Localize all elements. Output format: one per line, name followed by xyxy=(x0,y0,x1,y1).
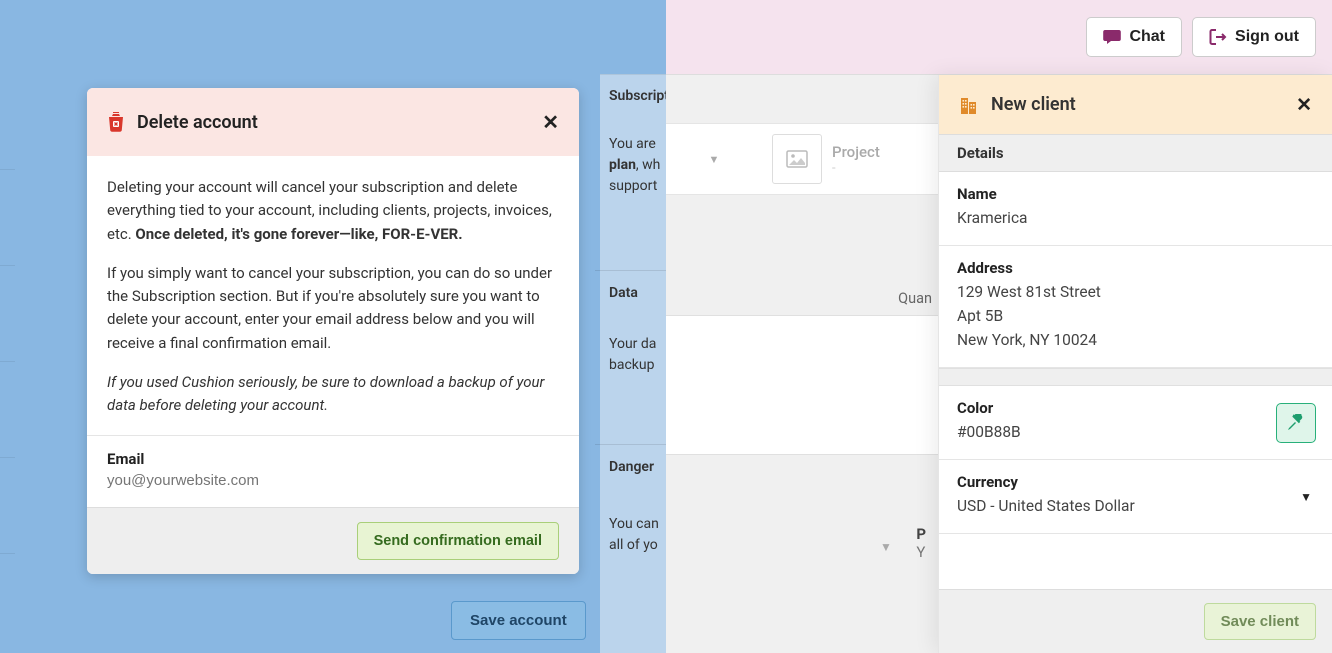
text: Apt 5B xyxy=(957,307,1003,325)
project-label: Project xyxy=(832,143,880,161)
text: , wh xyxy=(636,157,660,173)
currency-field[interactable]: Currency USD - United States Dollar ▼ xyxy=(939,460,1332,534)
left-row-stripes xyxy=(0,74,15,653)
chevron-down-icon[interactable]: ▼ xyxy=(666,124,762,194)
text: You can xyxy=(609,516,659,532)
chat-icon xyxy=(1103,29,1121,45)
section-data-header: Data xyxy=(595,270,675,315)
save-account-button[interactable]: Save account xyxy=(451,601,586,640)
modal-title: Delete account xyxy=(137,112,258,133)
app-header: Chat Sign out xyxy=(666,0,1332,74)
color-label: Color xyxy=(957,399,1314,417)
address-value: 129 West 81st Street Apt 5B New York, NY… xyxy=(957,280,1314,352)
details-header: Details xyxy=(939,134,1332,172)
modal-header: Delete account ✕ xyxy=(87,88,579,156)
modal-paragraph: If you used Cushion seriously, be sure t… xyxy=(107,371,559,418)
sign-out-button[interactable]: Sign out xyxy=(1192,17,1316,57)
address-field[interactable]: Address 129 West 81st Street Apt 5B New … xyxy=(939,246,1332,368)
project-card[interactable]: ▼ Project - xyxy=(666,123,938,195)
sign-out-icon xyxy=(1209,28,1227,46)
project-dash: - xyxy=(832,161,880,176)
right-body: ▼ Project - Quan ▼ P Y xyxy=(666,74,1332,653)
text: P xyxy=(916,525,926,543)
section-gap xyxy=(939,368,1332,386)
left-region: Subscription You are plan, wh support Da… xyxy=(0,0,666,653)
close-icon[interactable]: ✕ xyxy=(542,110,559,134)
color-field[interactable]: Color #00B88B xyxy=(939,386,1332,460)
chevron-down-icon[interactable]: ▼ xyxy=(1300,490,1312,504)
right-region: Chat Sign out ▼ Project - Quan ▼ xyxy=(666,0,1332,653)
building-icon xyxy=(959,95,979,115)
section-subscription-header: Subscription xyxy=(595,74,675,118)
text: Y xyxy=(916,543,925,561)
modal-footer: Send confirmation email xyxy=(87,507,579,574)
save-client-button[interactable]: Save client xyxy=(1204,603,1316,640)
address-label: Address xyxy=(957,259,1314,277)
p-label: P Y xyxy=(916,525,938,561)
text: You are xyxy=(609,136,656,152)
new-client-panel: New client ✕ Details Name Kramerica Addr… xyxy=(938,75,1332,653)
panel-title: New client xyxy=(991,94,1076,115)
chat-label: Chat xyxy=(1129,28,1165,46)
color-value: #00B88B xyxy=(957,420,1314,444)
chevron-down-icon[interactable]: ▼ xyxy=(880,540,892,554)
email-section: Email xyxy=(87,435,579,507)
eyedropper-icon xyxy=(1287,414,1305,432)
section-data-body: Your da backup xyxy=(595,320,675,390)
email-field[interactable] xyxy=(107,472,559,489)
chat-button[interactable]: Chat xyxy=(1086,17,1182,57)
name-label: Name xyxy=(957,185,1314,203)
text: New York, NY 10024 xyxy=(957,331,1097,349)
delete-account-modal: Delete account ✕ Deleting your account w… xyxy=(87,88,579,574)
email-label: Email xyxy=(107,450,559,468)
modal-body: Deleting your account will cancel your s… xyxy=(87,156,579,435)
text: all of yo xyxy=(609,537,658,553)
section-danger-body: You can all of yo xyxy=(595,500,675,570)
modal-paragraph: If you simply want to cancel your subscr… xyxy=(107,262,559,355)
text: support xyxy=(609,178,657,194)
mid-table-body xyxy=(666,315,938,455)
color-picker-button[interactable] xyxy=(1276,403,1316,443)
send-confirmation-button[interactable]: Send confirmation email xyxy=(357,522,559,560)
text: Your da xyxy=(609,336,656,352)
text: Once deleted, it's gone forever—like, FO… xyxy=(135,225,462,243)
text: 129 West 81st Street xyxy=(957,283,1101,301)
quantity-header: Quan xyxy=(898,290,938,307)
sign-out-label: Sign out xyxy=(1235,28,1299,46)
currency-value: USD - United States Dollar xyxy=(957,494,1314,518)
name-field[interactable]: Name Kramerica xyxy=(939,172,1332,246)
section-danger-header: Danger xyxy=(595,444,675,489)
panel-header: New client ✕ xyxy=(939,75,1332,134)
modal-paragraph: Deleting your account will cancel your s… xyxy=(107,176,559,246)
section-subscription-body: You are plan, wh support xyxy=(595,120,675,211)
text: plan xyxy=(609,157,636,173)
text: backup xyxy=(609,357,654,373)
panel-footer: Save client xyxy=(939,589,1332,653)
image-placeholder-icon[interactable] xyxy=(772,134,822,184)
trash-icon xyxy=(107,112,125,132)
mid-column: ▼ Project - Quan ▼ P Y xyxy=(666,75,938,653)
close-icon[interactable]: ✕ xyxy=(1296,93,1312,116)
name-value: Kramerica xyxy=(957,206,1314,230)
currency-label: Currency xyxy=(957,473,1314,491)
